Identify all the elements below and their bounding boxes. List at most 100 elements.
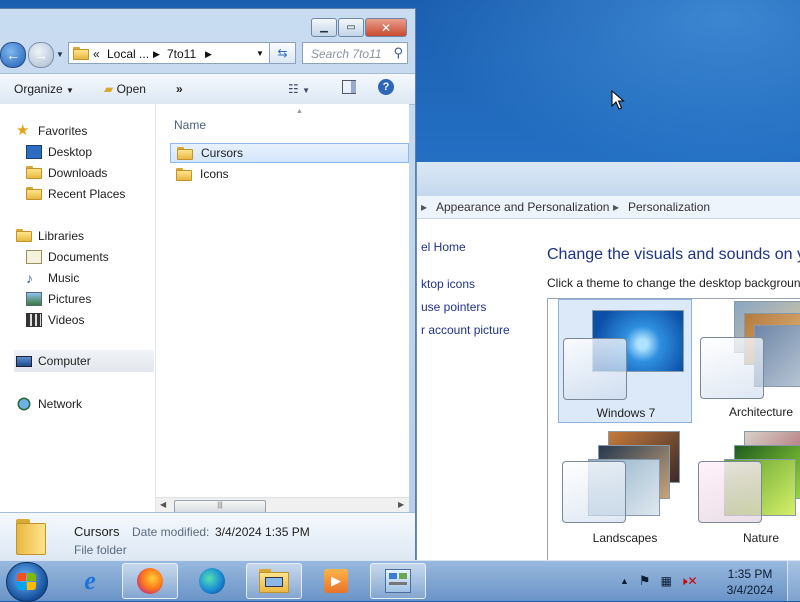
address-bar[interactable]: « Local ... ▶ 7to11 ▶ ▼: [68, 42, 270, 64]
personalization-address-bar[interactable]: ▸ Appearance and Personalization ▸ Perso…: [417, 196, 800, 219]
explorer-window[interactable]: ▁ ▭ ✕ ← → ▼ « Local ... ▶ 7to11 ▶ ▼ ⇆ Se…: [0, 8, 416, 561]
maximize-icon: ▭: [346, 22, 356, 33]
file-row-cursors[interactable]: Cursors: [170, 143, 409, 163]
videos-icon: [26, 313, 42, 327]
scroll-left-icon[interactable]: ◀: [160, 500, 166, 509]
nav-favorites-label: Favorites: [38, 124, 88, 138]
scroll-right-icon[interactable]: ▶: [398, 500, 404, 509]
maximize-button[interactable]: ▭: [338, 18, 364, 37]
organize-button[interactable]: Organize ▼: [14, 82, 74, 96]
action-center-flag-icon[interactable]: ⚑: [639, 573, 651, 589]
change-desktop-icons-link[interactable]: ktop icons: [421, 277, 475, 291]
firefox-taskbar-button[interactable]: [122, 563, 178, 599]
help-icon: ?: [382, 81, 390, 93]
media-player-icon: ▶: [324, 569, 348, 593]
desktop-icon: [26, 145, 42, 159]
navigation-pane[interactable]: ★ Favorites Desktop Downloads Recent Plac…: [0, 104, 156, 512]
organize-label: Organize: [14, 82, 63, 96]
forward-button[interactable]: →: [28, 42, 54, 68]
windows-explorer-icon: [259, 569, 289, 593]
file-row-icons[interactable]: Icons: [170, 164, 409, 184]
internet-explorer-taskbar-button[interactable]: e: [62, 563, 118, 599]
close-button[interactable]: ✕: [365, 18, 407, 37]
nav-documents-label: Documents: [48, 250, 109, 264]
preview-pane-icon: [351, 81, 356, 93]
start-button[interactable]: [6, 562, 48, 602]
address-chevron-icon[interactable]: ▶: [153, 49, 160, 60]
system-tray: ▲ ⚑ ▦ 🕨✕: [620, 561, 698, 601]
control-panel-taskbar-button[interactable]: [370, 563, 426, 599]
theme-gallery[interactable]: Windows 7 Architecture Landscapes Nature: [547, 298, 800, 562]
system-clock[interactable]: 1:35 PM 3/4/2024: [716, 566, 784, 598]
address-segment-7to11[interactable]: 7to11: [167, 47, 196, 61]
control-panel-home-link[interactable]: el Home: [421, 240, 466, 254]
address-chevron-icon[interactable]: ▶: [205, 49, 212, 60]
control-panel-icon: [385, 569, 411, 593]
search-icon[interactable]: ⚲: [393, 45, 403, 61]
edge-taskbar-button[interactable]: [184, 563, 240, 599]
nav-documents[interactable]: Documents: [26, 250, 109, 264]
window-caption-buttons: ▁ ▭ ✕: [310, 18, 407, 37]
nav-desktop-label: Desktop: [48, 145, 93, 159]
address-overflow[interactable]: «: [93, 47, 100, 61]
nav-pictures[interactable]: Pictures: [26, 292, 91, 306]
show-desktop-button[interactable]: [787, 561, 800, 601]
open-button[interactable]: ▰ Open: [104, 82, 146, 96]
nav-recent-places[interactable]: Recent Places: [26, 187, 125, 201]
sort-ascending-icon: ▲: [296, 108, 303, 115]
show-hidden-icons-button[interactable]: ▲: [620, 576, 629, 586]
address-segment-local[interactable]: Local ...: [107, 47, 149, 61]
change-mouse-pointers-link[interactable]: use pointers: [421, 300, 486, 314]
nav-libraries[interactable]: Libraries: [16, 229, 84, 243]
nav-network[interactable]: Network: [16, 397, 82, 411]
minimize-button[interactable]: ▁: [311, 18, 337, 37]
nature-glass-preview: [698, 461, 762, 523]
folder-icon: [176, 167, 192, 181]
nav-downloads[interactable]: Downloads: [26, 166, 107, 180]
theme-architecture[interactable]: Architecture: [694, 299, 800, 423]
details-date-value: 3/4/2024 1:35 PM: [215, 525, 310, 539]
breadcrumb-appearance[interactable]: Appearance and Personalization: [436, 200, 609, 214]
personalization-window[interactable]: ▸ Appearance and Personalization ▸ Perso…: [416, 162, 800, 562]
network-icon: [16, 397, 32, 411]
theme-windows-7[interactable]: Windows 7: [558, 299, 692, 423]
details-file-type: File folder: [74, 543, 127, 557]
chevron-down-icon: ▼: [302, 86, 311, 95]
network-tray-icon[interactable]: ▦: [661, 574, 672, 588]
explorer-taskbar-button[interactable]: [246, 563, 302, 599]
nav-favorites[interactable]: ★ Favorites: [16, 123, 88, 138]
help-button[interactable]: ?: [378, 79, 394, 95]
clock-time: 1:35 PM: [727, 567, 773, 581]
nav-videos[interactable]: Videos: [26, 313, 84, 327]
nav-desktop[interactable]: Desktop: [26, 145, 92, 159]
nav-downloads-label: Downloads: [48, 166, 108, 180]
horizontal-scrollbar[interactable]: ◀ ||| ▶: [156, 497, 409, 513]
change-view-button[interactable]: ☷ ▼: [288, 82, 310, 96]
address-dropdown-icon[interactable]: ▼: [256, 49, 264, 58]
personalization-title-bar[interactable]: [417, 162, 800, 197]
nav-music[interactable]: ♪ Music: [26, 271, 79, 285]
libraries-icon: [16, 229, 32, 243]
breadcrumb-personalization[interactable]: Personalization: [628, 200, 710, 214]
recent-pages-dropdown[interactable]: ▼: [56, 50, 64, 59]
theme-nature[interactable]: Nature: [694, 429, 800, 553]
theme-landscapes[interactable]: Landscapes: [558, 429, 692, 553]
documents-icon: [26, 250, 42, 264]
forward-arrow-icon: →: [34, 47, 48, 63]
nav-computer[interactable]: Computer: [14, 350, 154, 372]
media-player-taskbar-button[interactable]: ▶: [308, 563, 364, 599]
more-commands-button[interactable]: »: [176, 82, 183, 96]
column-header-name[interactable]: Name: [174, 118, 206, 132]
preview-pane-button[interactable]: [342, 80, 356, 94]
volume-muted-icon[interactable]: 🕨✕: [680, 574, 698, 589]
theme-label-windows-7: Windows 7: [596, 406, 656, 420]
file-list[interactable]: ▲ Name Cursors Icons: [156, 104, 409, 512]
search-box[interactable]: Search 7to11 ⚲: [302, 42, 408, 64]
architecture-glass-preview: [700, 337, 764, 399]
mouse-cursor-icon: [611, 90, 625, 110]
change-account-picture-link[interactable]: r account picture: [421, 323, 510, 337]
search-input[interactable]: Search 7to11: [311, 47, 382, 61]
refresh-button[interactable]: ⇆: [270, 42, 296, 64]
back-button[interactable]: ←: [0, 42, 26, 68]
command-bar: Organize ▼ ▰ Open » ☷ ▼ ?: [0, 73, 415, 105]
